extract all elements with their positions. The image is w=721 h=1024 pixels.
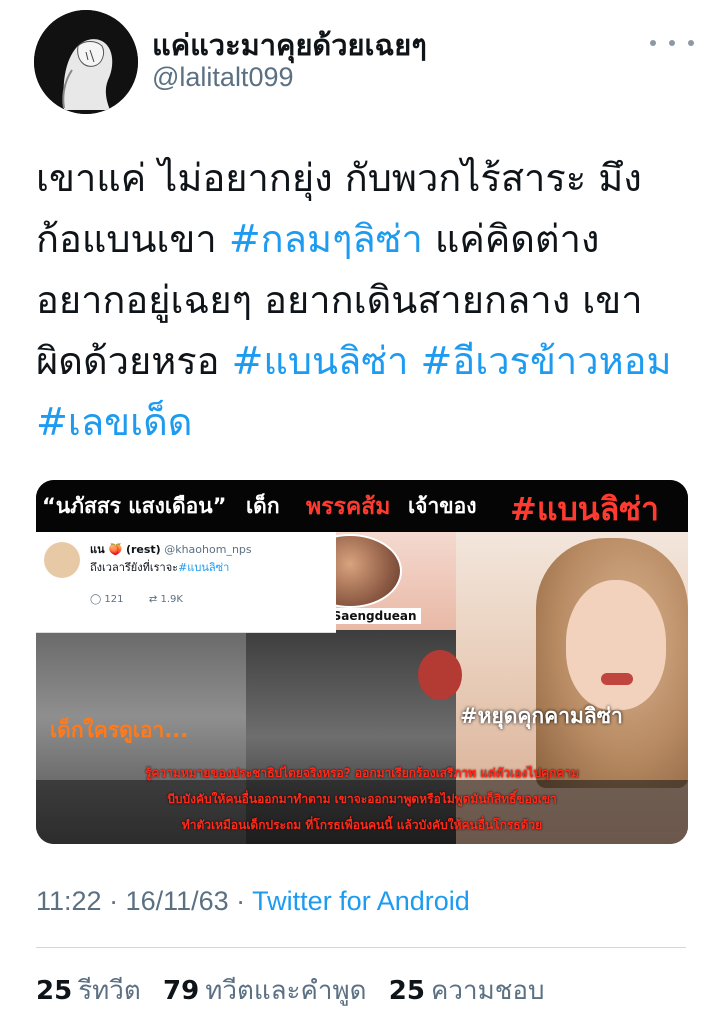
embed-avatar — [44, 542, 80, 578]
portrait-face — [566, 580, 666, 710]
hashtag-link[interactable]: #เลขเด็ด — [36, 400, 192, 444]
embed-handle: @khaohom_nps — [164, 543, 252, 556]
dot — [688, 40, 694, 46]
hashtag-link[interactable]: #อีเวรข้าวหอม — [421, 339, 672, 383]
embed-hashtag: #แบนลิซ่า — [178, 561, 230, 574]
embed-retweets: 1.9K — [160, 594, 183, 605]
media-banner: “นภัสสร แสงเดือน” เด็ก พรรคส้ม เจ้าของ #… — [36, 480, 688, 532]
retweets-stat[interactable]: 25 รีทวีต — [36, 976, 141, 1006]
dot — [650, 40, 656, 46]
painted-face — [418, 650, 462, 700]
hashtag-link[interactable]: #แบนลิซ่า — [232, 339, 409, 383]
embed-replies: 121 — [104, 594, 124, 605]
embed-text-part: ถึงเวลารึยังที่เราจะ — [90, 561, 179, 574]
subtitle-line: บีบบังคับให้คนอื่นออกมาทำตาม เขาจะออกมาพ… — [167, 792, 557, 806]
tweet-source-link[interactable]: Twitter for Android — [252, 886, 470, 916]
white-hashtag-label: #หยุดคุกคามลิซ่า — [460, 704, 623, 728]
embed-author: แน 🍑 (rest) @khaohom_nps — [90, 540, 252, 558]
likes-label: ความชอบ — [430, 976, 545, 1006]
embedded-tweet-card: แน 🍑 (rest) @khaohom_nps ถึงเวลารึยังที่… — [36, 532, 336, 633]
divider — [36, 947, 686, 948]
more-options-icon[interactable] — [650, 28, 694, 58]
orange-label: เด็กใครดูเอา... — [50, 718, 189, 742]
tweet-text-part — [408, 339, 420, 383]
retweets-count: 25 — [36, 976, 73, 1006]
subtitle-line: รู้ความหมายของประชาธิปไตยจริงหรอ? ออกมาเ… — [144, 766, 580, 780]
embed-display-name: แน 🍑 (rest) — [90, 543, 161, 556]
tweet-text: เขาแค่ ไม่อยากยุ่ง กับพวกไร้สาระ มึง ก้อ… — [36, 148, 696, 453]
author-handle[interactable]: @lalitalt099 — [152, 62, 294, 93]
tweet-header: แค่แวะมาคุยด้วยเฉยๆ @lalitalt099 — [0, 0, 721, 120]
author-avatar[interactable] — [34, 10, 138, 114]
embed-stats: ◯ 121 ⇄ 1.9K — [90, 594, 183, 605]
quotes-label: ทวีตและคำพูด — [205, 976, 367, 1006]
banner-party: พรรคส้ม — [306, 494, 391, 520]
tweet-timestamp[interactable]: 11:22 · 16/11/63 · — [36, 886, 252, 916]
banner-hashtag: #แบนลิซ่า — [510, 490, 659, 528]
quotes-stat[interactable]: 79 ทวีตและคำพูด — [163, 976, 366, 1006]
avatar-sketch-icon — [34, 10, 138, 114]
banner-kid: เด็ก — [246, 494, 280, 518]
hashtag-link[interactable]: #กลมๆลิซ่า — [229, 217, 423, 261]
dot — [669, 40, 675, 46]
reply-icon: ◯ — [90, 594, 102, 605]
banner-owner: เจ้าของ — [408, 494, 477, 518]
tweet-media-image[interactable]: Napatsorn Saengduean แน 🍑 (rest) @khaoho… — [36, 480, 688, 844]
quotes-count: 79 — [163, 976, 200, 1006]
retweet-icon: ⇄ — [148, 594, 158, 605]
tweet-stats: 25 รีทวีต 79 ทวีตและคำพูด 25 ความชอบ — [36, 970, 558, 1011]
embed-text: ถึงเวลารึยังที่เราจะ#แบนลิซ่า — [90, 558, 229, 576]
subtitle-line: ทำตัวเหมือนเด็กประถม ที่โกรธเพื่อนคนนี้ … — [181, 818, 543, 832]
likes-count: 25 — [388, 976, 425, 1006]
likes-stat[interactable]: 25 ความชอบ — [389, 976, 545, 1006]
retweets-label: รีทวีต — [78, 976, 141, 1006]
tweet-meta: 11:22 · 16/11/63 · Twitter for Android — [36, 886, 470, 917]
portrait-lips — [601, 673, 633, 685]
banner-quote: “นภัสสร แสงเดือน” — [42, 494, 227, 518]
